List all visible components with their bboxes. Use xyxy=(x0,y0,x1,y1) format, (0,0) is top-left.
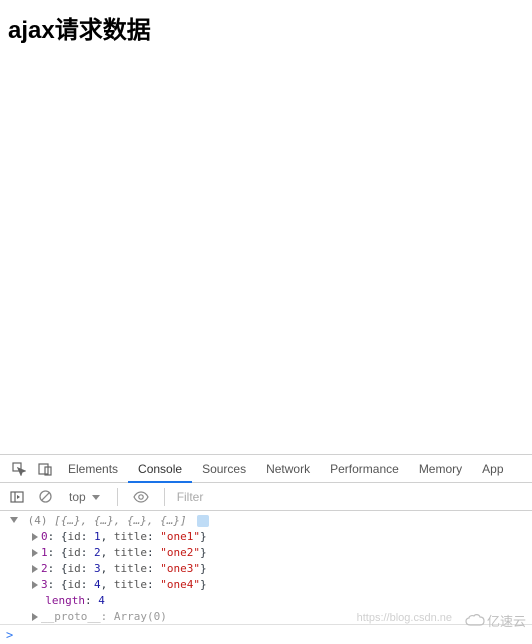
page-title: ajax请求数据 xyxy=(8,10,524,45)
eye-icon[interactable] xyxy=(130,491,152,503)
tab-application[interactable]: App xyxy=(472,455,513,483)
sidebar-toggle-icon[interactable] xyxy=(6,491,28,503)
array-item[interactable]: 1: {id: 2, title: "one2"} xyxy=(20,545,532,561)
divider xyxy=(117,488,118,506)
expand-right-icon[interactable] xyxy=(32,549,38,557)
array-item[interactable]: 2: {id: 3, title: "one3"} xyxy=(20,561,532,577)
tab-network[interactable]: Network xyxy=(256,455,320,483)
console-output: (4) [{…}, {…}, {…}, {…}] 0: {id: 1, titl… xyxy=(0,511,532,627)
tab-sources[interactable]: Sources xyxy=(192,455,256,483)
tab-console[interactable]: Console xyxy=(128,455,192,483)
array-item[interactable]: 3: {id: 4, title: "one4"} xyxy=(20,577,532,593)
array-length: length: 4 xyxy=(20,593,532,609)
watermark-logo: 亿速云 xyxy=(465,611,526,630)
expand-right-icon[interactable] xyxy=(32,565,38,573)
devtools-tabs: Elements Console Sources Network Perform… xyxy=(0,455,532,483)
expand-right-icon[interactable] xyxy=(32,613,38,621)
expand-right-icon[interactable] xyxy=(32,581,38,589)
watermark-url: https://blog.csdn.ne xyxy=(357,612,452,624)
array-summary[interactable]: (4) [{…}, {…}, {…}, {…}] xyxy=(20,513,532,529)
info-icon[interactable] xyxy=(197,515,209,527)
tab-performance[interactable]: Performance xyxy=(320,455,409,483)
context-select[interactable]: top xyxy=(62,487,105,507)
page-content: ajax请求数据 xyxy=(0,0,532,454)
divider xyxy=(164,488,165,506)
tab-memory[interactable]: Memory xyxy=(409,455,472,483)
prompt-icon: > xyxy=(6,628,13,642)
expand-down-icon[interactable] xyxy=(10,517,18,523)
devtools-panel: Elements Console Sources Network Perform… xyxy=(0,454,532,644)
clear-icon[interactable] xyxy=(34,490,56,503)
tab-elements[interactable]: Elements xyxy=(58,455,128,483)
inspect-icon[interactable] xyxy=(6,462,32,476)
array-proto[interactable]: __proto__: Array(0) xyxy=(20,609,532,625)
array-item[interactable]: 0: {id: 1, title: "one1"} xyxy=(20,529,532,545)
console-prompt[interactable]: > xyxy=(0,624,532,644)
device-icon[interactable] xyxy=(32,462,58,476)
filter-input[interactable] xyxy=(177,490,297,504)
console-toolbar: top xyxy=(0,483,532,511)
expand-right-icon[interactable] xyxy=(32,533,38,541)
